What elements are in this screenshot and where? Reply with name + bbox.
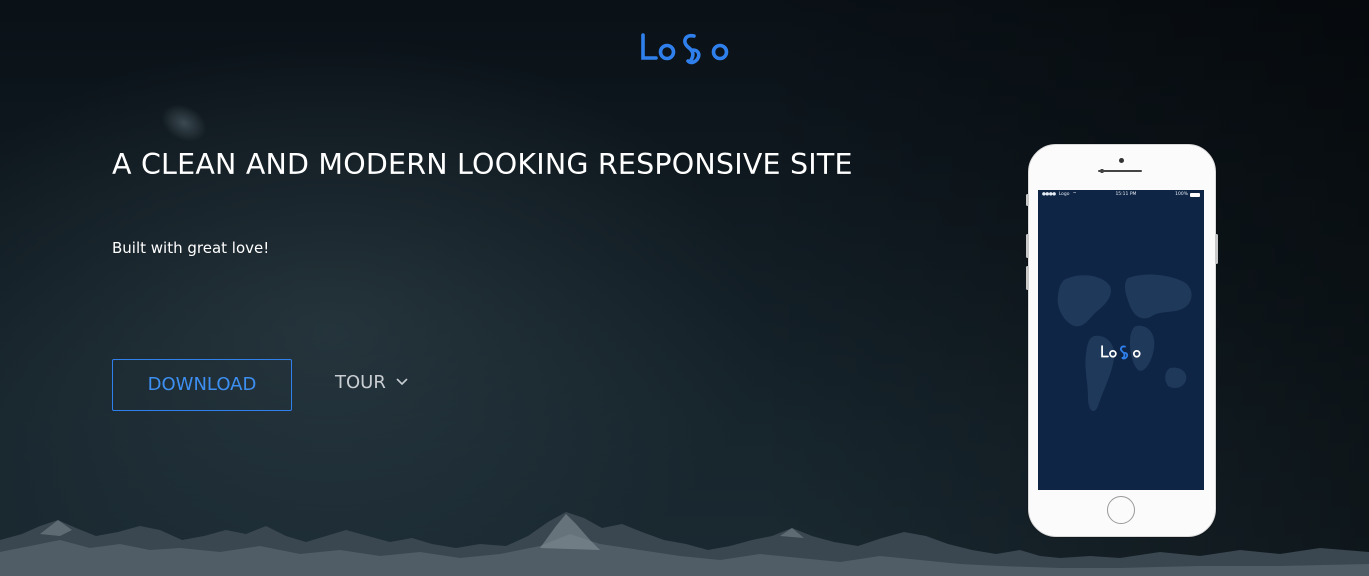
signal-icon: ●●●● (1042, 192, 1056, 197)
phone-volume-down (1026, 266, 1029, 290)
phone-screen-logo: LoGo (1038, 343, 1204, 365)
phone-power-button (1215, 234, 1218, 264)
tour-link[interactable]: TOUR (335, 369, 408, 395)
phone-mockup: ●●●● Logo ⌔ 15:11 PM 100% (1026, 144, 1218, 537)
wifi-icon: ⌔ (1072, 192, 1077, 197)
chevron-down-icon (396, 378, 408, 385)
phone-status-bar: ●●●● Logo ⌔ 15:11 PM 100% (1038, 190, 1204, 200)
logo-mark (640, 33, 728, 65)
status-left: ●●●● Logo ⌔ (1042, 190, 1077, 200)
site-logo[interactable]: LoGo (0, 28, 1369, 72)
phone-screen: ●●●● Logo ⌔ 15:11 PM 100% (1038, 190, 1204, 490)
phone-logo-mark (1101, 345, 1141, 360)
phone-home-button (1107, 496, 1135, 524)
logo-text: LoGo (733, 28, 734, 29)
status-right: 100% (1175, 190, 1200, 200)
earpiece-speaker (1098, 170, 1142, 172)
hero-subtitle: Built with great love! (112, 239, 270, 257)
phone-volume-up (1026, 234, 1029, 258)
download-button[interactable]: DOWNLOAD (112, 359, 292, 411)
hero-headline: A CLEAN AND MODERN LOOKING RESPONSIVE SI… (112, 148, 853, 181)
status-time: 15:11 PM (1115, 192, 1137, 197)
phone-mute-switch (1026, 194, 1029, 206)
battery-icon (1190, 193, 1200, 197)
tour-label: TOUR (335, 371, 386, 393)
front-camera (1119, 158, 1124, 163)
hero-section: LoGo A CLEAN AND MODERN LOOKING RESPONSI… (0, 0, 1369, 576)
status-battery-percent: 100% (1175, 192, 1188, 197)
status-carrier: Logo (1058, 192, 1070, 197)
moon-glow (154, 96, 214, 150)
phone-logo-text: LoGo (1146, 343, 1147, 344)
